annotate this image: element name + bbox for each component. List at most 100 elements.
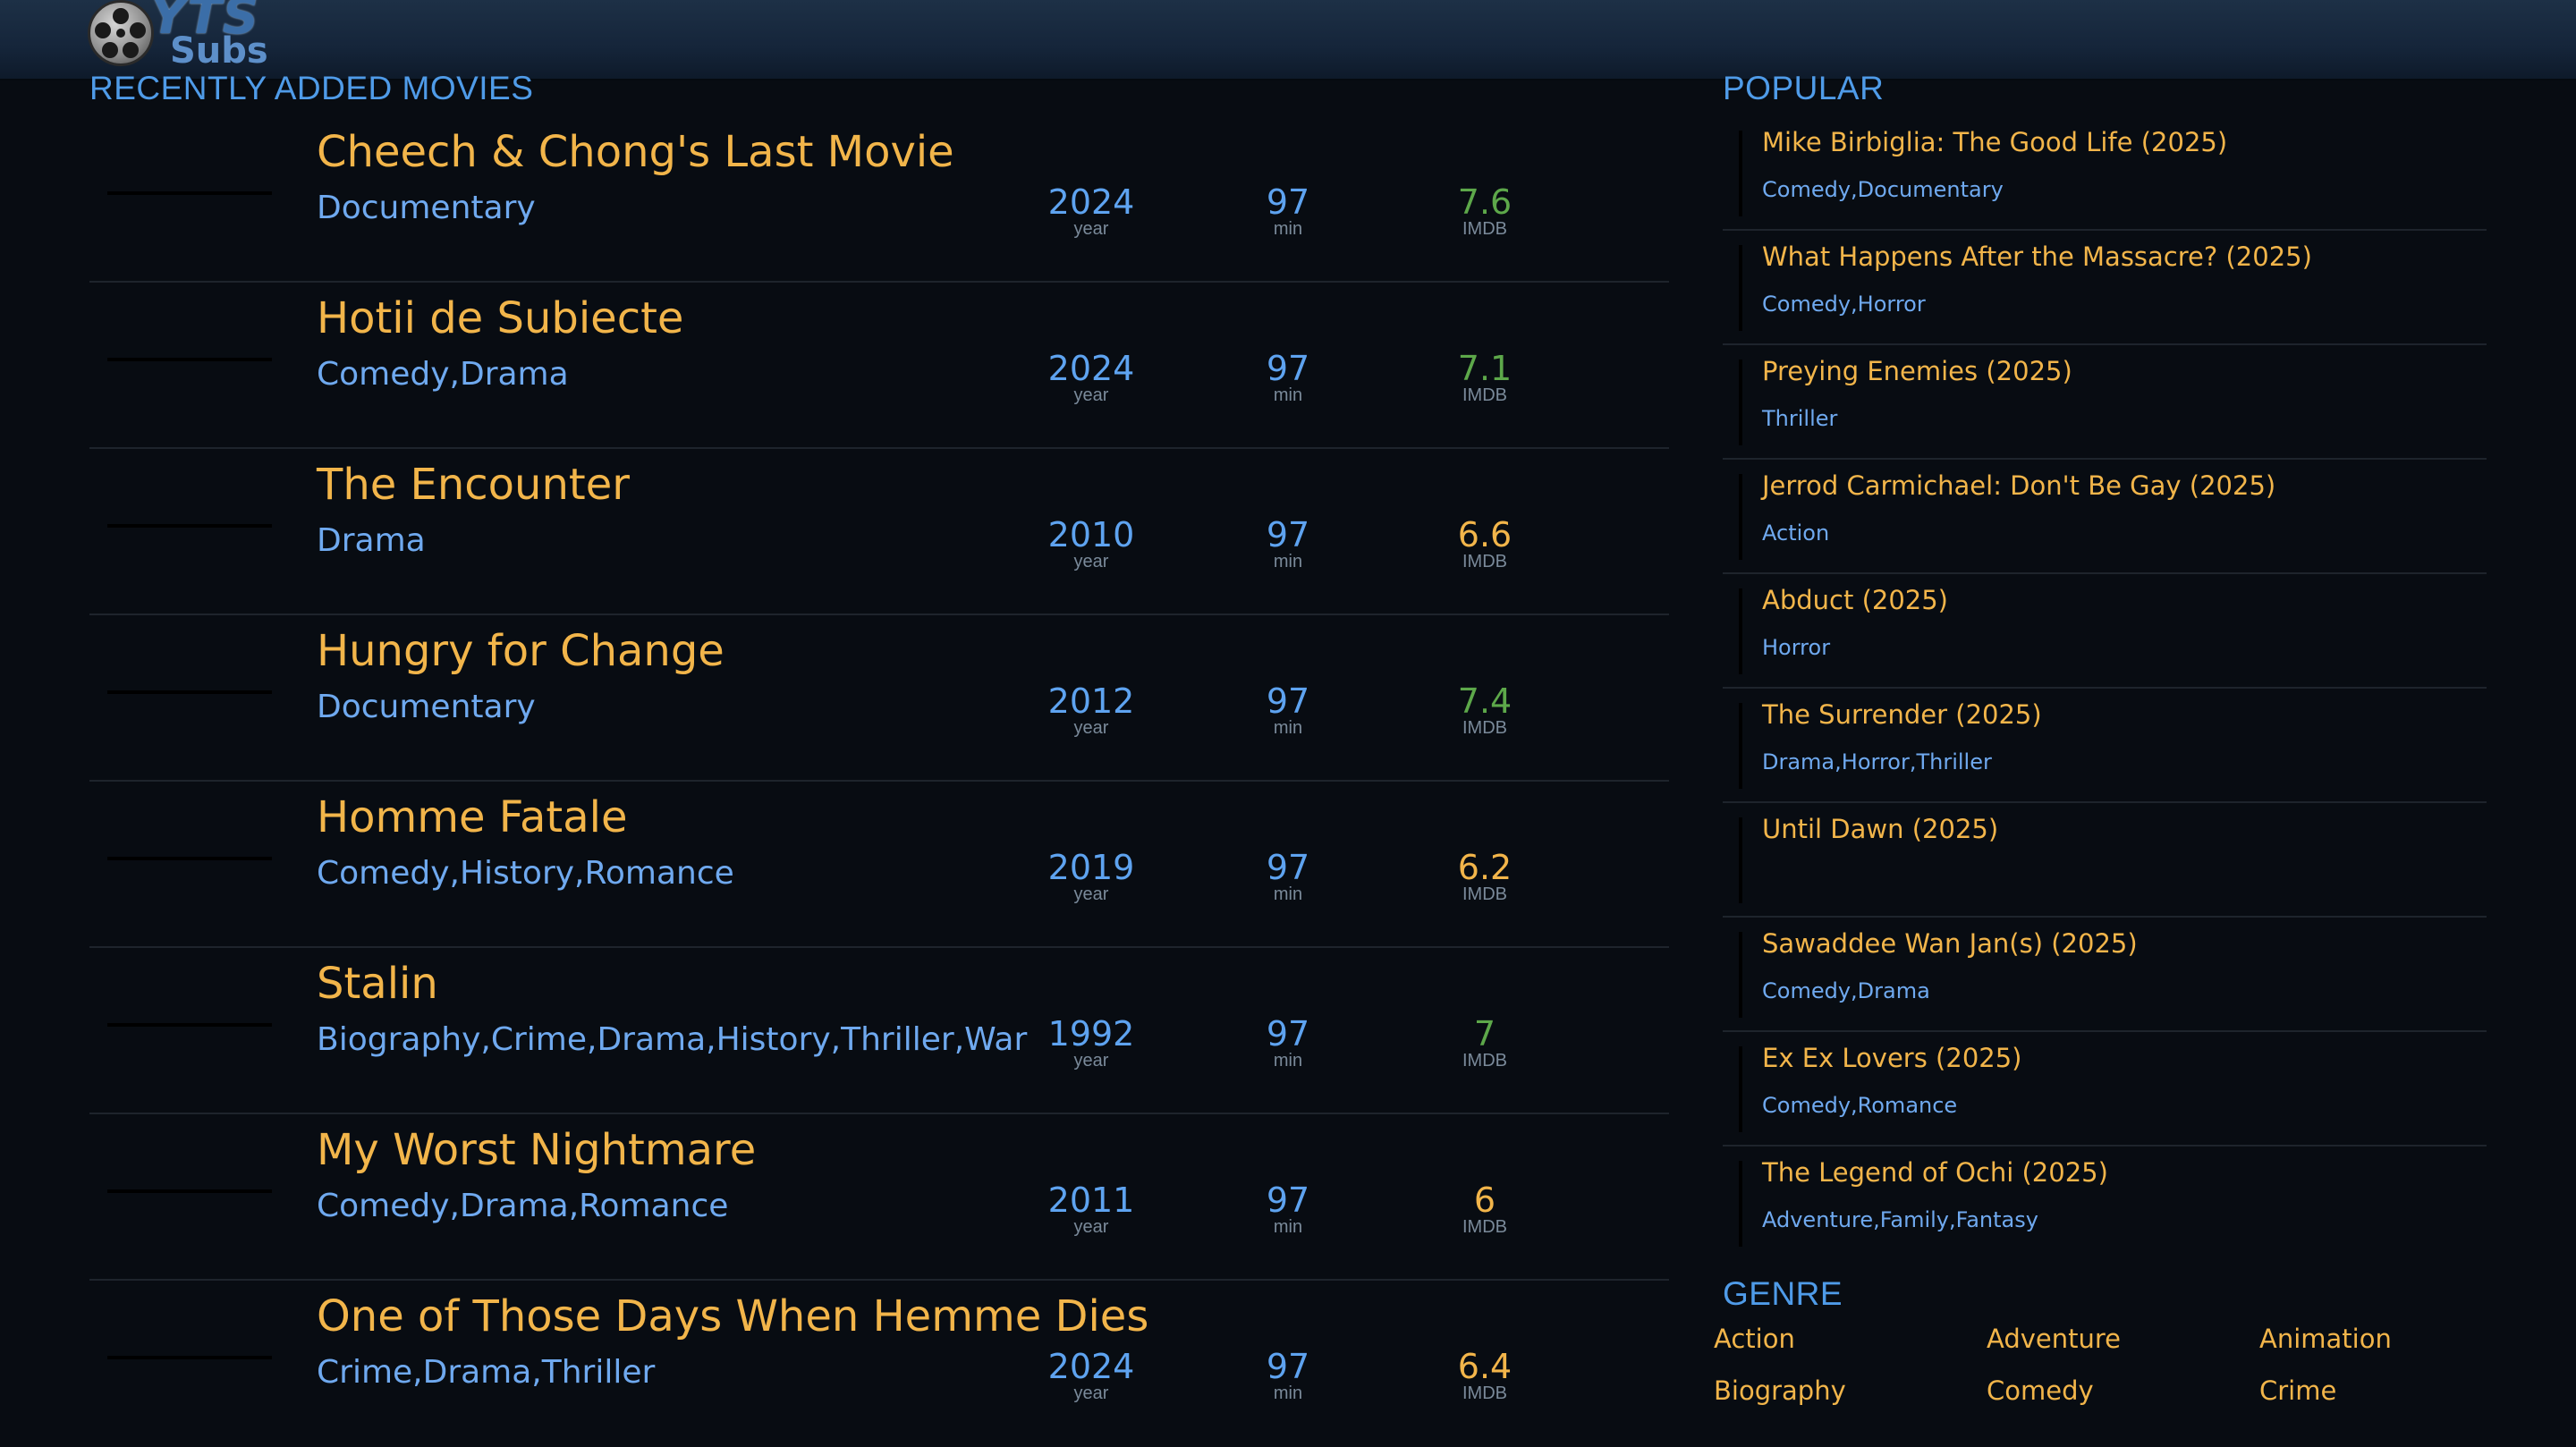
popular-item-title-link[interactable]: Until Dawn (2025) — [1762, 814, 1998, 844]
movie-year: 2012 — [1047, 681, 1135, 721]
movie-row[interactable]: Homme Fatale Comedy,History,Romance 2019 ye… — [89, 782, 1669, 948]
movie-title-link[interactable]: Hotii de Subiecte — [317, 293, 683, 343]
film-reel-icon — [88, 0, 154, 66]
movie-poster-placeholder[interactable] — [107, 690, 272, 694]
site-logo[interactable]: YTS Subs — [88, 0, 284, 73]
movie-runtime-stat: 97 min — [1225, 1182, 1351, 1236]
min-label: min — [1273, 1384, 1303, 1403]
genre-link[interactable]: Comedy — [1987, 1375, 2259, 1427]
popular-item-title-link[interactable]: Preying Enemies (2025) — [1762, 356, 2072, 386]
movie-year-stat: 2011 year — [1029, 1182, 1154, 1236]
movie-title-link[interactable]: My Worst Nightmare — [317, 1125, 756, 1175]
movie-genres: Crime,Drama,Thriller — [317, 1354, 656, 1391]
movie-year: 2024 — [1047, 1347, 1135, 1386]
popular-item[interactable]: Abduct (2025) Horror — [1723, 574, 2487, 689]
movie-row[interactable]: The Encounter Drama 2010 year 97 min 6.6 IMDB — [89, 449, 1669, 615]
movie-year: 2010 — [1047, 515, 1135, 554]
movie-imdb-stat: 7.1 IMDB — [1422, 351, 1547, 404]
popular-item-thumb — [1739, 360, 1742, 445]
min-label: min — [1273, 219, 1303, 239]
movie-genres: Comedy,Drama — [317, 356, 569, 393]
popular-item-title-link[interactable]: Abduct (2025) — [1762, 585, 1948, 615]
popular-item[interactable]: The Surrender (2025) Drama,Horror,Thrille… — [1723, 689, 2487, 803]
movie-row[interactable]: My Worst Nightmare Comedy,Drama,Romance 20… — [89, 1114, 1669, 1281]
movie-runtime: 97 — [1266, 681, 1310, 721]
popular-item[interactable]: What Happens After the Massacre? (2025) C… — [1723, 231, 2487, 345]
popular-item-title-link[interactable]: Jerrod Carmichael: Don't Be Gay (2025) — [1762, 470, 2275, 501]
movie-poster-placeholder[interactable] — [107, 1023, 272, 1027]
movie-row[interactable]: One of Those Days When Hemme Dies Crime,D… — [89, 1281, 1669, 1447]
popular-item-title-link[interactable]: The Surrender (2025) — [1762, 699, 2042, 730]
movie-title-link[interactable]: The Encounter — [317, 460, 630, 510]
genre-link[interactable]: Animation — [2259, 1324, 2532, 1375]
popular-item-title-link[interactable]: Sawaddee Wan Jan(s) (2025) — [1762, 928, 2138, 959]
movie-poster-placeholder[interactable] — [107, 857, 272, 860]
movie-row[interactable]: Stalin Biography,Crime,Drama,History,Thri… — [89, 948, 1669, 1114]
popular-item-genres: Comedy,Drama — [1762, 978, 1930, 1003]
site-header: YTS Subs — [0, 0, 2576, 80]
popular-item-genres: Action — [1762, 520, 1830, 546]
movie-genres: Biography,Crime,Drama,History,Thriller,W… — [317, 1021, 1028, 1058]
movie-year-stat: 1992 year — [1029, 1016, 1154, 1070]
popular-list: Mike Birbiglia: The Good Life (2025) Come… — [1723, 116, 2487, 1261]
movie-imdb-stat: 6.4 IMDB — [1422, 1349, 1547, 1402]
movie-genres: Comedy,Drama,Romance — [317, 1188, 729, 1224]
movie-title-link[interactable]: One of Those Days When Hemme Dies — [317, 1291, 1148, 1341]
genre-link[interactable]: Crime — [2259, 1375, 2532, 1427]
movie-imdb-rating: 6 — [1473, 1180, 1496, 1220]
genre-link[interactable]: Action — [1714, 1324, 1987, 1375]
min-label: min — [1273, 1217, 1303, 1237]
recent-section-title: RECENTLY ADDED MOVIES — [89, 70, 534, 106]
movie-genres: Comedy,History,Romance — [317, 855, 734, 892]
movie-row[interactable]: Hungry for Change Documentary 2012 year 97 mi… — [89, 615, 1669, 782]
min-label: min — [1273, 718, 1303, 738]
popular-item[interactable]: Preying Enemies (2025) Thriller — [1723, 345, 2487, 460]
popular-item-genres: Drama,Horror,Thriller — [1762, 749, 1992, 774]
logo-text-sub: Subs — [170, 30, 268, 72]
movie-poster-placeholder[interactable] — [107, 358, 272, 361]
movie-title-link[interactable]: Homme Fatale — [317, 792, 627, 842]
imdb-label: IMDB — [1462, 385, 1507, 405]
min-label: min — [1273, 884, 1303, 904]
popular-item-title-link[interactable]: What Happens After the Massacre? (2025) — [1762, 241, 2312, 272]
min-label: min — [1273, 552, 1303, 571]
movie-title-link[interactable]: Cheech & Chong's Last Movie — [317, 127, 954, 177]
popular-item[interactable]: Ex Ex Lovers (2025) Comedy,Romance — [1723, 1032, 2487, 1147]
movie-imdb-rating: 6.4 — [1457, 1347, 1513, 1386]
popular-item-thumb — [1739, 703, 1742, 789]
genre-link[interactable]: Biography — [1714, 1375, 1987, 1427]
popular-item-thumb — [1739, 817, 1742, 903]
movie-row[interactable]: Hotii de Subiecte Comedy,Drama 2024 year 97 m… — [89, 283, 1669, 449]
imdb-label: IMDB — [1462, 219, 1507, 239]
movie-row[interactable]: Cheech & Chong's Last Movie Documentary 20… — [89, 116, 1669, 283]
movie-year-stat: 2019 year — [1029, 850, 1154, 903]
popular-item[interactable]: The Legend of Ochi (2025) Adventure,Famil… — [1723, 1147, 2487, 1261]
popular-item[interactable]: Until Dawn (2025) — [1723, 803, 2487, 918]
movie-imdb-rating: 7.4 — [1457, 681, 1513, 721]
popular-item-title-link[interactable]: Mike Birbiglia: The Good Life (2025) — [1762, 127, 2227, 157]
movie-poster-placeholder[interactable] — [107, 191, 272, 195]
movie-poster-placeholder[interactable] — [107, 1189, 272, 1193]
movie-year: 2011 — [1047, 1180, 1135, 1220]
popular-item-thumb — [1739, 245, 1742, 331]
year-label: year — [1073, 552, 1109, 571]
genre-link[interactable]: Adventure — [1987, 1324, 2259, 1375]
movie-year: 2024 — [1047, 349, 1135, 388]
popular-item[interactable]: Mike Birbiglia: The Good Life (2025) Come… — [1723, 116, 2487, 231]
movie-title-link[interactable]: Stalin — [317, 959, 438, 1009]
popular-item-title-link[interactable]: The Legend of Ochi (2025) — [1762, 1157, 2108, 1188]
movie-year-stat: 2024 year — [1029, 351, 1154, 404]
popular-item-genres: Comedy,Horror — [1762, 292, 1926, 317]
imdb-label: IMDB — [1462, 718, 1507, 738]
movie-poster-placeholder[interactable] — [107, 524, 272, 528]
min-label: min — [1273, 1051, 1303, 1070]
movie-year-stat: 2010 year — [1029, 517, 1154, 571]
popular-item[interactable]: Jerrod Carmichael: Don't Be Gay (2025) Ac… — [1723, 460, 2487, 574]
popular-item-title-link[interactable]: Ex Ex Lovers (2025) — [1762, 1043, 2021, 1073]
year-label: year — [1073, 884, 1109, 904]
movie-runtime: 97 — [1266, 182, 1310, 222]
popular-item[interactable]: Sawaddee Wan Jan(s) (2025) Comedy,Drama — [1723, 918, 2487, 1032]
movie-runtime-stat: 97 min — [1225, 683, 1351, 737]
movie-title-link[interactable]: Hungry for Change — [317, 626, 724, 676]
movie-poster-placeholder[interactable] — [107, 1356, 272, 1359]
